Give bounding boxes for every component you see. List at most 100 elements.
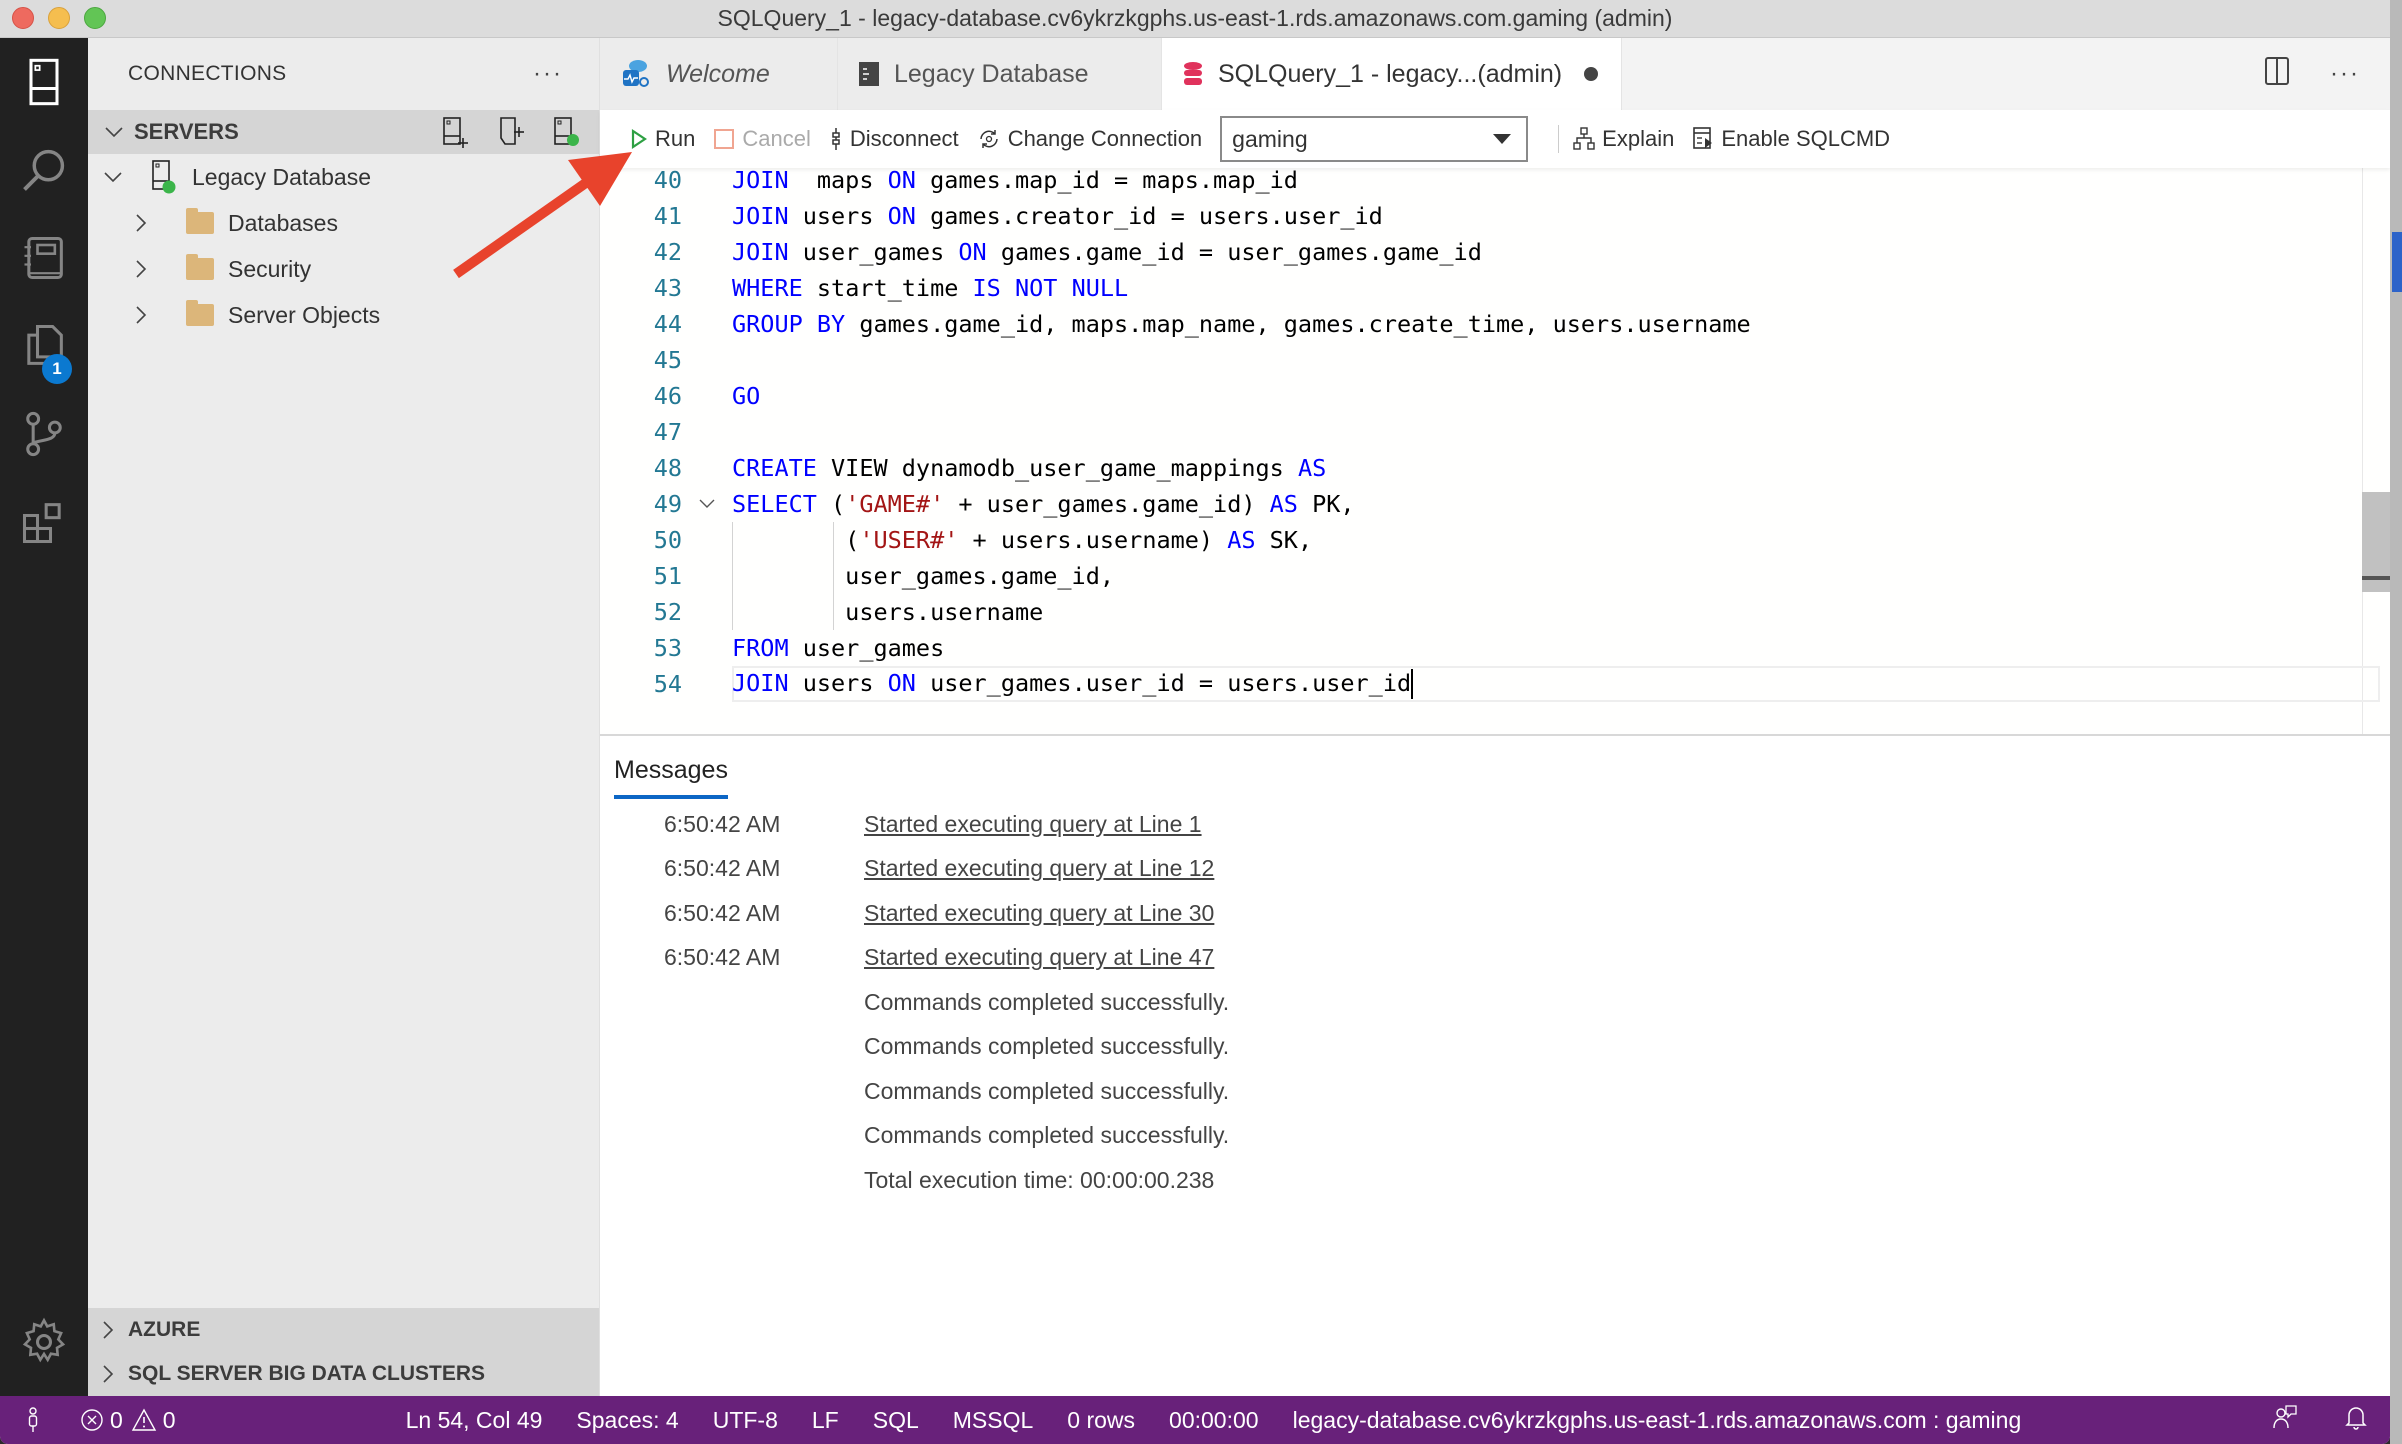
message-time: 6:50:42 AM xyxy=(664,855,781,881)
message-link[interactable]: Started executing query at Line 12 xyxy=(864,855,1214,882)
code-line[interactable]: 46 GO xyxy=(600,378,2390,414)
accounts-button[interactable] xyxy=(26,1407,40,1433)
fold-chevron-icon[interactable] xyxy=(682,499,732,509)
message-row: 6:50:42 AM Started executing query at Lin… xyxy=(600,849,1214,889)
message-text: Total execution time: 00:00:00.238 xyxy=(864,1166,1215,1193)
code-line[interactable]: 50 ('USER#' + users.username) AS SK, xyxy=(600,522,2390,558)
servers-section-label: SERVERS xyxy=(134,119,239,144)
line-number: 49 xyxy=(653,490,682,518)
code-line[interactable]: 43 WHERE start_time IS NOT NULL xyxy=(600,270,2390,306)
active-connections-button[interactable] xyxy=(549,114,585,150)
provider[interactable]: MSSQL xyxy=(953,1407,1034,1434)
activity-extensions[interactable] xyxy=(0,478,88,566)
servers-section-header[interactable]: SERVERS xyxy=(88,110,599,154)
folder-icon xyxy=(186,300,214,326)
split-editor-button[interactable] xyxy=(2264,56,2290,91)
disconnect-button[interactable]: Disconnect xyxy=(829,126,959,152)
tab-legacy-database[interactable]: Legacy Database xyxy=(838,38,1162,110)
person-icon xyxy=(28,1407,38,1432)
servers-actions xyxy=(437,114,585,150)
explorer-badge: 1 xyxy=(42,354,72,384)
unsaved-indicator[interactable] xyxy=(1584,67,1599,81)
code-line[interactable]: 54 JOIN users ON user_games.user_id = use… xyxy=(600,666,2390,702)
message-text: Commands completed successfully. xyxy=(864,1077,1230,1104)
activity-connections[interactable] xyxy=(0,38,88,126)
server-icon xyxy=(29,58,59,106)
code-line[interactable]: 45 xyxy=(600,342,2390,378)
change-connection-button[interactable]: Change Connection xyxy=(977,126,1202,152)
sidebar-title: CONNECTIONS xyxy=(128,62,287,85)
enable-sqlcmd-button[interactable]: Enable SQLCMD xyxy=(1692,126,1890,152)
activity-explorer[interactable]: 1 xyxy=(0,302,88,390)
active-connection-icon xyxy=(554,117,579,146)
message-link[interactable]: Started executing query at Line 30 xyxy=(864,900,1214,927)
problems-indicator[interactable]: 0 0 xyxy=(80,1407,176,1434)
code-line[interactable]: 51 user_games.game_id, xyxy=(600,558,2390,594)
sidebar-header: CONNECTIONS ··· xyxy=(88,38,599,110)
stop-icon xyxy=(714,129,735,149)
new-connection-button[interactable] xyxy=(437,114,473,150)
code-line[interactable]: 48 CREATE VIEW dynamodb_user_game_mapping… xyxy=(600,450,2390,486)
tree-item-label: Security xyxy=(228,255,312,282)
sql-editor[interactable]: 40 JOIN maps ON games.map_id = maps.map_i… xyxy=(600,168,2390,734)
code-line[interactable]: 47 xyxy=(600,414,2390,450)
big-data-clusters-section-label: SQL SERVER BIG DATA CLUSTERS xyxy=(128,1362,486,1385)
message-row: Commands completed successfully. xyxy=(600,982,1229,1022)
message-row: 6:50:42 AM Started executing query at Lin… xyxy=(600,804,1202,844)
azure-section-label: AZURE xyxy=(128,1318,201,1341)
cursor-position[interactable]: Ln 54, Col 49 xyxy=(406,1407,543,1434)
warning-count: 0 xyxy=(162,1406,176,1433)
tree-item-label: Databases xyxy=(228,209,338,236)
tree-item-server-objects[interactable]: Server Objects xyxy=(88,292,599,338)
feedback-button[interactable] xyxy=(2272,1404,2298,1436)
code-text: FROM user_games xyxy=(732,634,945,662)
end-of-line[interactable]: LF xyxy=(812,1407,839,1434)
code-line[interactable]: 52 users.username xyxy=(600,594,2390,630)
disconnect-icon xyxy=(832,128,840,150)
activity-source-control[interactable] xyxy=(0,390,88,478)
cancel-button[interactable]: Cancel xyxy=(713,126,811,152)
message-link[interactable]: Started executing query at Line 47 xyxy=(864,944,1214,971)
run-button[interactable]: Run xyxy=(630,126,695,152)
code-line[interactable]: 53 FROM user_games xyxy=(600,630,2390,666)
notifications-button[interactable] xyxy=(2344,1404,2368,1436)
activity-notebooks[interactable] xyxy=(0,214,88,302)
tree-item-label: Server Objects xyxy=(228,301,381,328)
indent-guide xyxy=(732,522,733,630)
code-line[interactable]: 42 JOIN user_games ON games.game_id = use… xyxy=(600,234,2390,270)
warning-icon xyxy=(131,1408,156,1431)
indentation[interactable]: Spaces: 4 xyxy=(576,1407,678,1434)
annotation-arrow xyxy=(453,152,632,279)
message-time: 6:50:42 AM xyxy=(664,899,781,926)
maximize-window-button[interactable] xyxy=(84,7,106,29)
close-window-button[interactable] xyxy=(12,7,34,29)
database-select[interactable]: gaming xyxy=(1220,116,1529,162)
tab-welcome[interactable]: Welcome xyxy=(600,38,838,110)
explain-button[interactable]: Explain xyxy=(1573,126,1674,152)
minimize-window-button[interactable] xyxy=(48,7,70,29)
encoding[interactable]: UTF-8 xyxy=(713,1407,778,1434)
sidebar-more-button[interactable]: ··· xyxy=(533,60,563,88)
notebook-icon xyxy=(24,236,63,280)
message-link[interactable]: Started executing query at Line 1 xyxy=(864,811,1202,838)
code-line[interactable]: 49 SELECT ('GAME#' + user_games.game_id) … xyxy=(600,486,2390,522)
tab-messages[interactable]: Messages xyxy=(614,756,728,799)
code-line[interactable]: 44 GROUP BY games.game_id, maps.map_name,… xyxy=(600,306,2390,342)
azure-section-header[interactable]: AZURE xyxy=(88,1308,599,1352)
tab-sqlquery-1[interactable]: SQLQuery_1 - legacy...(admin) xyxy=(1162,38,1622,110)
code-line[interactable]: 40 JOIN maps ON games.map_id = maps.map_i… xyxy=(600,168,2390,198)
editor-more-button[interactable]: ··· xyxy=(2330,60,2360,88)
connection-info[interactable]: legacy-database.cv6ykrzkgphs.us-east-1.r… xyxy=(1293,1407,2022,1434)
split-editor-icon xyxy=(2265,57,2290,85)
new-server-group-button[interactable] xyxy=(493,114,529,150)
source-control-icon xyxy=(26,411,62,457)
code-line[interactable]: 41 JOIN users ON games.creator_id = users… xyxy=(600,198,2390,234)
error-count: 0 xyxy=(110,1406,123,1433)
big-data-clusters-section-header[interactable]: SQL SERVER BIG DATA CLUSTERS xyxy=(88,1352,599,1396)
language-mode[interactable]: SQL xyxy=(873,1407,919,1434)
message-text: Commands completed successfully. xyxy=(864,1122,1230,1148)
run-label: Run xyxy=(655,126,696,151)
activity-search[interactable] xyxy=(0,126,88,214)
activity-settings[interactable] xyxy=(0,1298,88,1386)
indent-guide xyxy=(833,522,834,630)
